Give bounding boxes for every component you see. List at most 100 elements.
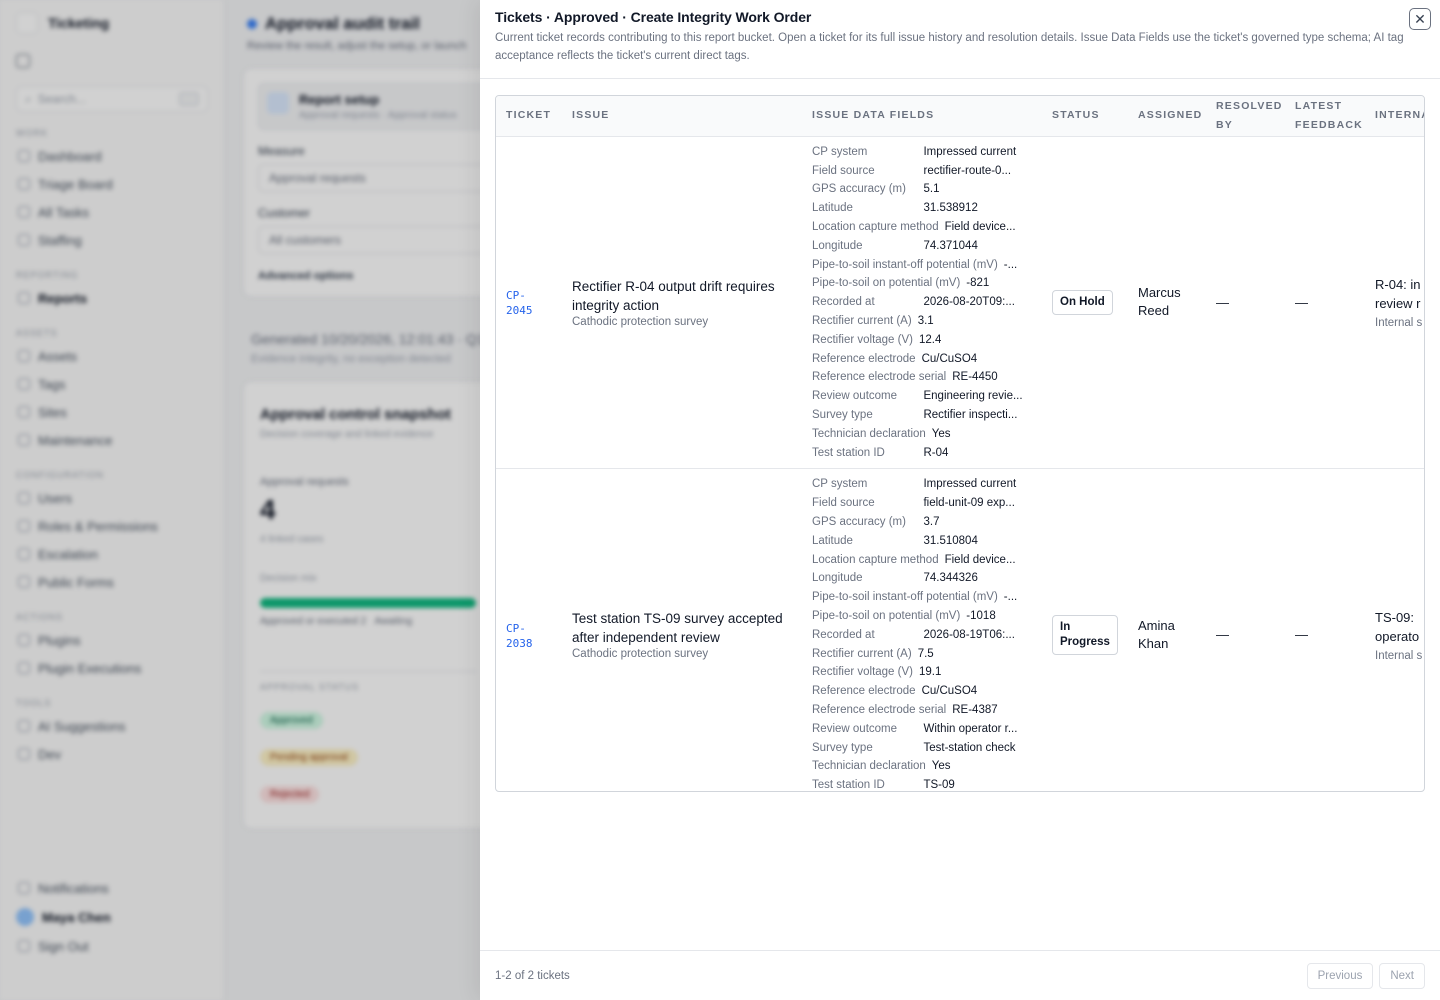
ticket-count: 1-2 of 2 tickets — [495, 969, 570, 982]
field-label: Field source — [812, 164, 875, 177]
field-label: Reference electrode — [812, 685, 916, 698]
tickets-table-container[interactable]: Ticket Issue Issue Data Fields Status As… — [495, 95, 1425, 792]
field-label: Rectifier voltage (V) — [812, 666, 913, 679]
pagination: Previous Next — [1306, 962, 1425, 989]
issue-data-field: Review outcome Engineering revie... — [812, 387, 1032, 406]
ticket-link[interactable]: CP-2045 — [506, 289, 533, 317]
internal-note-line-2: operato — [1375, 628, 1420, 644]
issue-data-field: CP system Impressed current — [812, 475, 1032, 494]
issue-data-field: Latitude 31.510804 — [812, 531, 1032, 550]
latest-feedback: — — [1295, 627, 1308, 643]
issue-data-field: Field source rectifier-route-0... — [812, 161, 1032, 180]
tickets-drawer: Tickets · Approved · Create Integrity Wo… — [480, 0, 1440, 1000]
field-label: Field source — [812, 497, 875, 510]
table-header-row: Ticket Issue Issue Data Fields Status As… — [496, 96, 1424, 137]
field-label: Review outcome — [812, 722, 898, 735]
resolved-by: — — [1216, 294, 1229, 310]
field-label: Longitude — [812, 239, 863, 252]
issue-data-field: Test station ID TS-09 — [812, 776, 1032, 792]
assigned-user: Marcus Reed — [1138, 285, 1181, 319]
internal-note-line-1: TS-09: — [1375, 609, 1415, 625]
issue-data-field: Rectifier current (A) 3.1 — [812, 312, 1032, 331]
field-value: 74.344326 — [923, 572, 978, 585]
issue-data-field: Survey type Test-station check — [812, 738, 1032, 757]
issue-data-field: GPS accuracy (m) 5.1 — [812, 180, 1032, 199]
field-value: 31.510804 — [923, 534, 978, 547]
issue-data-field: GPS accuracy (m) 3.7 — [812, 513, 1032, 532]
field-value: 19.1 — [918, 666, 942, 679]
field-value: R-04 — [923, 446, 949, 459]
field-value: 7.5 — [917, 647, 934, 660]
field-value: Within operator r... — [923, 722, 1018, 735]
drawer-header: Tickets · Approved · Create Integrity Wo… — [480, 0, 1440, 79]
field-label: Pipe-to-soil instant-off potential (mV) — [812, 258, 998, 271]
col-status: Status — [1042, 96, 1128, 137]
field-value: Field device... — [944, 221, 1016, 234]
issue-data-field: Recorded at 2026-08-19T06:... — [812, 625, 1032, 644]
drawer-description: Current ticket records contributing to t… — [495, 32, 1404, 62]
field-value: -1018 — [966, 610, 996, 623]
field-label: Reference electrode serial — [812, 704, 947, 716]
field-label: Pipe-to-soil on potential (mV) — [812, 610, 961, 623]
next-button[interactable]: Next — [1379, 962, 1425, 989]
issue-data-field: Rectifier current (A) 7.5 — [812, 644, 1032, 663]
col-latest-feedback: Latest Feedback — [1285, 96, 1365, 137]
field-value: 2026-08-19T06:... — [923, 628, 1015, 641]
issue-title: Rectifier R-04 output drift requires int… — [572, 278, 775, 313]
field-value: RE-4450 — [952, 371, 998, 384]
field-label: Technician declaration — [812, 427, 926, 440]
field-label: Latitude — [812, 534, 853, 547]
field-value: Yes — [931, 760, 951, 773]
field-label: Survey type — [812, 409, 873, 422]
ticket-link[interactable]: CP-2038 — [506, 622, 533, 650]
issue-data-field: CP system Impressed current — [812, 143, 1032, 162]
tickets-table: Ticket Issue Issue Data Fields Status As… — [496, 96, 1424, 792]
col-issue-data-fields: Issue Data Fields — [802, 96, 1042, 137]
issue-data-field: Location capture method Field device... — [812, 550, 1032, 569]
field-value: Field device... — [944, 553, 1016, 566]
field-label: Reference electrode serial — [812, 371, 947, 384]
col-internal: Internal — [1365, 96, 1424, 137]
field-label: Latitude — [812, 202, 853, 215]
issue-data-field: Test station ID R-04 — [812, 443, 1032, 462]
issue-data-field: Pipe-to-soil instant-off potential (mV) … — [812, 255, 1032, 274]
field-value: -... — [1003, 258, 1018, 271]
field-label: Recorded at — [812, 628, 875, 641]
field-label: Location capture method — [812, 553, 939, 566]
field-label: Longitude — [812, 572, 863, 585]
field-value: 5.1 — [923, 183, 940, 196]
field-value: TS-09 — [923, 779, 955, 792]
field-value: 3.1 — [917, 315, 934, 328]
field-label: Pipe-to-soil on potential (mV) — [812, 277, 961, 290]
field-value: RE-4387 — [952, 704, 998, 716]
field-label: Recorded at — [812, 296, 875, 309]
field-label: CP system — [812, 145, 868, 158]
field-label: Rectifier voltage (V) — [812, 333, 913, 346]
issue-data-field: Field source field-unit-09 exp... — [812, 494, 1032, 513]
issue-category: Cathodic protection survey — [572, 315, 709, 328]
field-label: Reference electrode — [812, 352, 916, 365]
previous-button[interactable]: Previous — [1306, 962, 1374, 989]
internal-note-line-1: R-04: in — [1375, 277, 1421, 293]
field-label: CP system — [812, 478, 868, 491]
field-label: GPS accuracy (m) — [812, 516, 906, 529]
issue-data-field: Longitude 74.371044 — [812, 236, 1032, 255]
issue-title: Test station TS-09 survey accepted after… — [572, 611, 783, 646]
col-issue: Issue — [562, 96, 802, 137]
issue-data-field: Latitude 31.538912 — [812, 199, 1032, 218]
status-badge: On Hold — [1052, 289, 1113, 315]
issue-data-field: Recorded at 2026-08-20T09:... — [812, 293, 1032, 312]
close-icon: ✕ — [1414, 11, 1426, 27]
assigned-user: Amina Khan — [1138, 617, 1175, 651]
drawer-footer: 1-2 of 2 tickets Previous Next — [480, 950, 1440, 1000]
issue-data-field: Survey type Rectifier inspecti... — [812, 406, 1032, 425]
field-value: rectifier-route-0... — [923, 164, 1012, 177]
issue-data-field: Technician declaration Yes — [812, 424, 1032, 443]
issue-data-field: Pipe-to-soil instant-off potential (mV) … — [812, 588, 1032, 607]
field-value: 74.371044 — [923, 239, 978, 252]
col-resolved-by: Resolved By — [1206, 96, 1285, 137]
field-label: Rectifier current (A) — [812, 315, 912, 328]
tickets-table-body: CP-2045 Rectifier R-04 output drift requ… — [496, 136, 1424, 792]
close-button[interactable]: ✕ — [1409, 8, 1431, 30]
issue-data-field: Pipe-to-soil on potential (mV) -821 — [812, 274, 1032, 293]
